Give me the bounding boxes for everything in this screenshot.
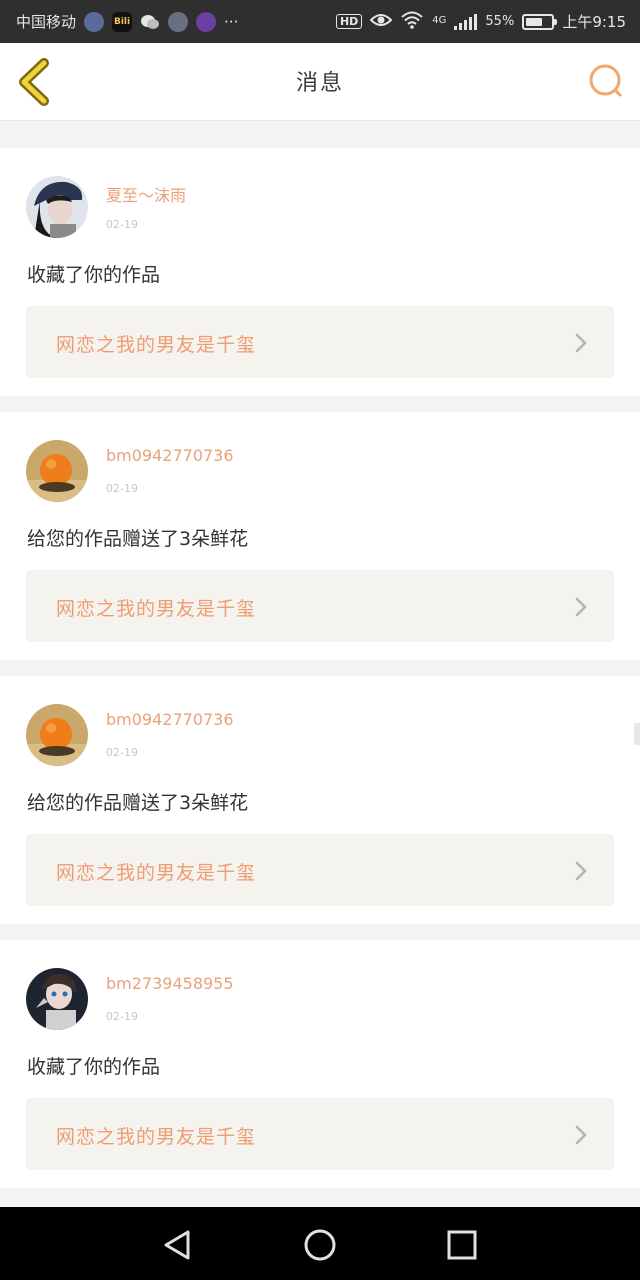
work-link[interactable]: 网恋之我的男友是千玺 (26, 1098, 614, 1170)
recents-square-icon (447, 1230, 477, 1260)
work-link[interactable]: 网恋之我的男友是千玺 (26, 570, 614, 642)
scrollbar-thumb[interactable] (634, 723, 640, 745)
chevron-right-icon (575, 597, 587, 617)
avatar[interactable] (26, 968, 88, 1030)
username[interactable]: 夏至～沫雨 (106, 182, 186, 206)
page-title: 消息 (295, 71, 344, 96)
chevron-right-icon (575, 333, 587, 353)
wifi-icon (400, 11, 424, 33)
action-text: 给您的作品赠送了3朵鲜花 (27, 792, 249, 814)
search-button[interactable] (586, 61, 626, 101)
message-card: 夏至～沫雨 02-19 收藏了你的作品 网恋之我的男友是千玺 (0, 148, 640, 396)
timestamp: 02-19 (106, 1010, 138, 1023)
eye-icon (369, 12, 393, 32)
status-bar: 中国移动 Bili ··· HD 4G 55% 上午9:15 (0, 0, 640, 43)
username[interactable]: bm0942770736 (106, 446, 234, 465)
nav-recents-button[interactable] (444, 1227, 480, 1263)
system-nav-bar (0, 1207, 640, 1280)
list-top-spacer (0, 121, 640, 148)
work-title: 网恋之我的男友是千玺 (56, 598, 257, 620)
message-card: bm0942770736 02-19 给您的作品赠送了3朵鲜花 网恋之我的男友是… (0, 676, 640, 924)
timestamp: 02-19 (106, 218, 138, 231)
action-text: 收藏了你的作品 (27, 264, 161, 286)
hd-icon: HD (335, 14, 363, 29)
message-card: bm2739458955 02-19 收藏了你的作品 网恋之我的男友是千玺 (0, 940, 640, 1188)
chevron-right-icon (575, 1125, 587, 1145)
username[interactable]: bm0942770736 (106, 710, 234, 729)
status-bar-right: HD 4G 55% 上午9:15 (335, 11, 626, 33)
battery-icon (522, 13, 558, 30)
nav-back-button[interactable] (160, 1227, 196, 1263)
action-text: 收藏了你的作品 (27, 1056, 161, 1078)
work-title: 网恋之我的男友是千玺 (56, 334, 257, 356)
more-notifications-icon: ··· (224, 12, 239, 31)
username[interactable]: bm2739458955 (106, 974, 234, 993)
clock: 上午9:15 (562, 13, 626, 31)
avatar[interactable] (26, 440, 88, 502)
wechat-icon (140, 12, 160, 32)
work-title: 网恋之我的男友是千玺 (56, 1126, 257, 1148)
message-list[interactable]: 夏至～沫雨 02-19 收藏了你的作品 网恋之我的男友是千玺 bm0942770… (0, 121, 640, 1207)
timestamp: 02-19 (106, 482, 138, 495)
action-text: 给您的作品赠送了3朵鲜花 (27, 528, 249, 550)
qq-icon (168, 11, 189, 32)
chevron-right-icon (575, 861, 587, 881)
app-header: 消息 (0, 43, 640, 121)
avatar[interactable] (26, 176, 88, 238)
nav-home-button[interactable] (302, 1227, 338, 1263)
work-title: 网恋之我的男友是千玺 (56, 862, 257, 884)
network-type: 4G (432, 14, 447, 26)
timestamp: 02-19 (106, 746, 138, 759)
bilibili-icon: Bili (112, 11, 133, 32)
status-bar-left: 中国移动 Bili ··· (16, 11, 238, 32)
work-link[interactable]: 网恋之我的男友是千玺 (26, 306, 614, 378)
carrier-label: 中国移动 (16, 13, 77, 31)
message-card: bm0942770736 02-19 给您的作品赠送了3朵鲜花 网恋之我的男友是… (0, 412, 640, 660)
app-icon (196, 11, 217, 32)
signal-percent: 55% (485, 14, 515, 29)
signal-icon (454, 13, 478, 30)
settings-icon (84, 11, 105, 32)
avatar[interactable] (26, 704, 88, 766)
home-circle-icon (304, 1229, 336, 1261)
back-triangle-icon (164, 1230, 190, 1260)
work-link[interactable]: 网恋之我的男友是千玺 (26, 834, 614, 906)
search-icon (589, 64, 622, 97)
